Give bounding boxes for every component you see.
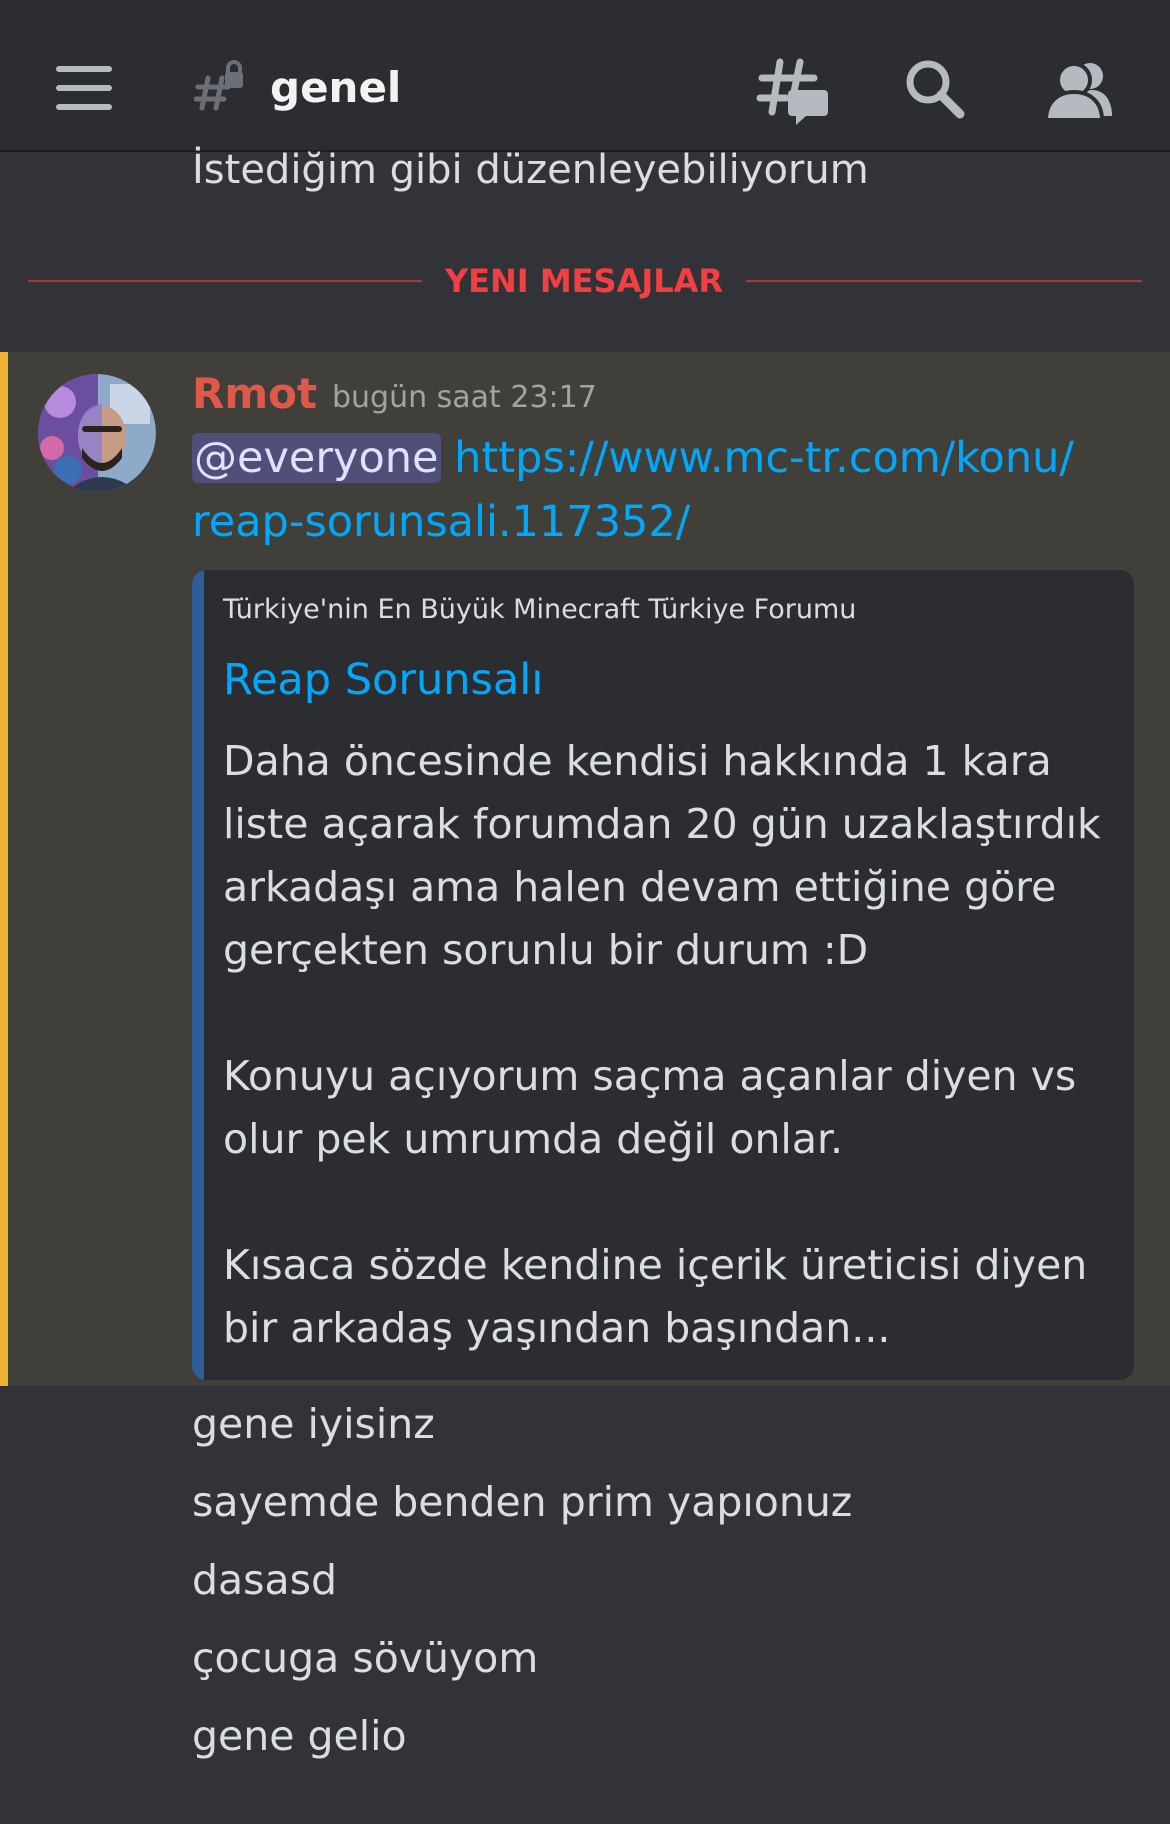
search-icon[interactable]: [898, 52, 974, 128]
followup-message: sayemde benden prim yapıonuz: [192, 1478, 853, 1526]
everyone-mention[interactable]: @everyone: [192, 433, 441, 483]
embed-description-line: liste açarak forumdan 20 gün uzaklaştırd…: [223, 800, 1101, 848]
message-timestamp: bugün saat 23:17: [332, 380, 597, 415]
divider-line-right: [746, 280, 1142, 282]
followup-message: gene iyisinz: [192, 1400, 435, 1448]
divider-line-left: [28, 280, 422, 282]
locked-channel-hash-icon: [194, 60, 243, 111]
embed-title-link[interactable]: Reap Sorunsalı: [223, 650, 543, 710]
threads-icon[interactable]: [756, 52, 832, 128]
message-link-part-2[interactable]: reap-sorunsali.117352/: [192, 492, 690, 552]
new-messages-divider: YENI MESAJLAR: [28, 260, 1142, 302]
followup-message: gene gelio: [192, 1712, 407, 1760]
hamburger-menu-icon[interactable]: [56, 66, 112, 112]
embed-description: Daha öncesinde kendisi hakkında 1 kara l…: [223, 730, 1123, 1360]
embed-description-line: Daha öncesinde kendisi hakkında 1 kara: [223, 737, 1052, 785]
previous-message-text: İstediğim gibi düzenleyebiliyorum: [192, 147, 869, 193]
link-embed: Türkiye'nin En Büyük Minecraft Türkiye F…: [192, 570, 1134, 1380]
mention-highlight-bar: [0, 352, 8, 1386]
embed-accent-bar: [192, 570, 204, 1380]
channel-header: genel: [0, 0, 1170, 152]
members-icon[interactable]: [1040, 52, 1116, 128]
followup-message: çocuga sövüyom: [192, 1634, 539, 1682]
new-messages-label: YENI MESAJLAR: [444, 262, 724, 300]
embed-description-line: Kısaca sözde kendine içerik üreticisi di…: [223, 1241, 1088, 1289]
embed-description-line: olur pek umrumda değil onlar.: [223, 1115, 844, 1163]
embed-description-line: bir arkadaş yaşından başından...: [223, 1304, 891, 1352]
followup-message: dasasd: [192, 1556, 338, 1604]
message-link-part-1[interactable]: https://www.mc-tr.com/konu/: [454, 433, 1074, 483]
message-content-line-1: @everyone https://www.mc-tr.com/konu/: [192, 428, 1132, 488]
embed-description-line: Konuyu açıyorum saçma açanlar diyen vs: [223, 1052, 1077, 1100]
avatar[interactable]: [38, 374, 156, 492]
embed-description-line: gerçekten sorunlu bir durum :D: [223, 926, 869, 974]
channel-title[interactable]: genel: [270, 58, 401, 118]
embed-description-line: arkadaşı ama halen devam ettiğine göre: [223, 863, 1057, 911]
embed-provider: Türkiye'nin En Büyük Minecraft Türkiye F…: [223, 594, 857, 625]
message-author[interactable]: Rmot: [192, 368, 317, 420]
